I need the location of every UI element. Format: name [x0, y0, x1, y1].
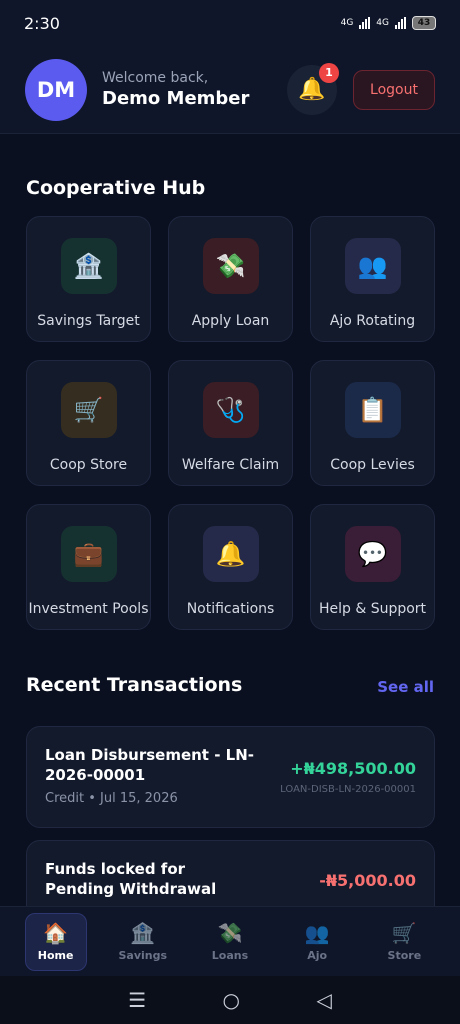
transaction-amount: +₦498,500.00	[290, 759, 416, 778]
cart-icon: 🛒	[60, 382, 117, 438]
hub-card-ajo-rotating[interactable]: 👥 Ajo Rotating	[310, 216, 435, 342]
transaction-amount-block: +₦498,500.00 LOAN-DISB-LN-2026-00001	[280, 745, 416, 809]
hub-card-label: Ajo Rotating	[329, 313, 416, 329]
transaction-card[interactable]: Loan Disbursement - LN-2026-00001 Credit…	[26, 726, 435, 828]
bank-icon: 🏦	[130, 921, 156, 945]
hub-card-welfare-claim[interactable]: 🩺 Welfare Claim	[168, 360, 293, 486]
signal-icon	[359, 17, 371, 29]
hub-card-label: Help & Support	[318, 601, 427, 617]
battery-icon: 43	[412, 16, 436, 30]
users-icon: 👥	[344, 238, 401, 294]
transaction-name: Loan Disbursement - LN-2026-00001	[45, 746, 254, 784]
back-icon[interactable]: ◁	[316, 988, 331, 1012]
nav-item-ajo[interactable]: 👥 Ajo	[286, 913, 348, 971]
briefcase-icon: 💼	[60, 526, 117, 582]
bell-icon: 🔔	[202, 526, 259, 582]
transactions-title: Recent Transactions	[26, 674, 243, 696]
welcome-text: Welcome back,	[102, 70, 209, 86]
nav-label: Ajo	[307, 949, 328, 962]
bell-icon: 🔔	[298, 77, 326, 102]
transaction-meta: Credit • Jul 15, 2026	[45, 791, 178, 806]
hub-card-apply-loan[interactable]: 💸 Apply Loan	[168, 216, 293, 342]
notifications-button[interactable]: 🔔 1	[287, 62, 339, 115]
money-wings-icon: 💸	[217, 921, 243, 945]
hub-card-label: Investment Pools	[28, 601, 149, 617]
logout-button[interactable]: Logout	[353, 69, 435, 110]
user-name: Demo Member	[102, 88, 250, 109]
see-all-link[interactable]: See all	[377, 678, 434, 696]
hub-card-investment-pools[interactable]: 💼 Investment Pools	[26, 504, 151, 630]
hub-card-notifications[interactable]: 🔔 Notifications	[168, 504, 293, 630]
transaction-ref: LOAN-DISB-LN-2026-00001	[280, 784, 416, 795]
avatar[interactable]: DM	[25, 58, 87, 121]
hub-card-label: Notifications	[186, 601, 275, 617]
stethoscope-icon: 🩺	[202, 382, 259, 438]
signal-icon	[395, 17, 406, 29]
status-icons: 4G 4G 43	[341, 16, 436, 30]
nav-label: Store	[387, 949, 422, 962]
welcome-block: Welcome back, Demo Member	[102, 70, 287, 109]
nav-item-savings[interactable]: 🏦 Savings	[112, 913, 174, 971]
cart-icon: 🛒	[391, 921, 417, 945]
status-time: 2:30	[24, 13, 60, 33]
transaction-info: Loan Disbursement - LN-2026-00001 Credit…	[45, 745, 255, 809]
transaction-amount-block: -₦5,000.00	[319, 859, 416, 901]
hub-card-label: Coop Store	[49, 457, 128, 473]
app-header: DM Welcome back, Demo Member 🔔 1 Logout	[0, 46, 460, 134]
hub-title: Cooperative Hub	[26, 177, 206, 199]
network-type-2: 4G	[376, 18, 389, 28]
transaction-amount: -₦5,000.00	[319, 870, 416, 890]
hub-card-label: Apply Loan	[191, 313, 270, 329]
users-icon: 👥	[304, 921, 330, 945]
hub-card-help-support[interactable]: 💬 Help & Support	[310, 504, 435, 630]
nav-item-loans[interactable]: 💸 Loans	[199, 913, 261, 971]
status-bar: 2:30 4G 4G 43	[0, 0, 460, 46]
home-circle-icon[interactable]: ○	[223, 988, 240, 1012]
hub-card-coop-levies[interactable]: 📋 Coop Levies	[310, 360, 435, 486]
hub-card-coop-store[interactable]: 🛒 Coop Store	[26, 360, 151, 486]
hub-card-savings-target[interactable]: 🏦 Savings Target	[26, 216, 151, 342]
home-icon: 🏠	[43, 921, 69, 945]
nav-label: Loans	[211, 949, 249, 962]
nav-item-store[interactable]: 🛒 Store	[373, 913, 435, 971]
network-type-1: 4G	[340, 18, 354, 28]
chat-icon: 💬	[344, 526, 401, 582]
nav-label: Home	[37, 949, 74, 962]
system-nav: ☰ ○ ◁	[0, 976, 460, 1024]
transaction-name: Funds locked for Pending Withdrawal	[45, 860, 217, 898]
hub-card-label: Coop Levies	[330, 457, 415, 473]
hub-card-label: Welfare Claim	[181, 457, 280, 473]
clipboard-icon: 📋	[344, 382, 401, 438]
bottom-nav: 🏠 Home 🏦 Savings 💸 Loans 👥 Ajo 🛒 Store	[0, 906, 460, 976]
hub-grid: 🏦 Savings Target 💸 Apply Loan 👥 Ajo Rotating 🛒…	[26, 216, 435, 630]
transaction-info: Funds locked for Pending Withdrawal	[45, 859, 255, 901]
nav-label: Savings	[118, 949, 168, 962]
notification-badge: 1	[319, 62, 339, 83]
recent-apps-icon[interactable]: ☰	[128, 988, 146, 1012]
nav-item-home[interactable]: 🏠 Home	[24, 912, 87, 971]
bank-icon: 🏦	[60, 238, 117, 294]
money-wings-icon: 💸	[202, 238, 259, 294]
hub-card-label: Savings Target	[37, 313, 140, 329]
